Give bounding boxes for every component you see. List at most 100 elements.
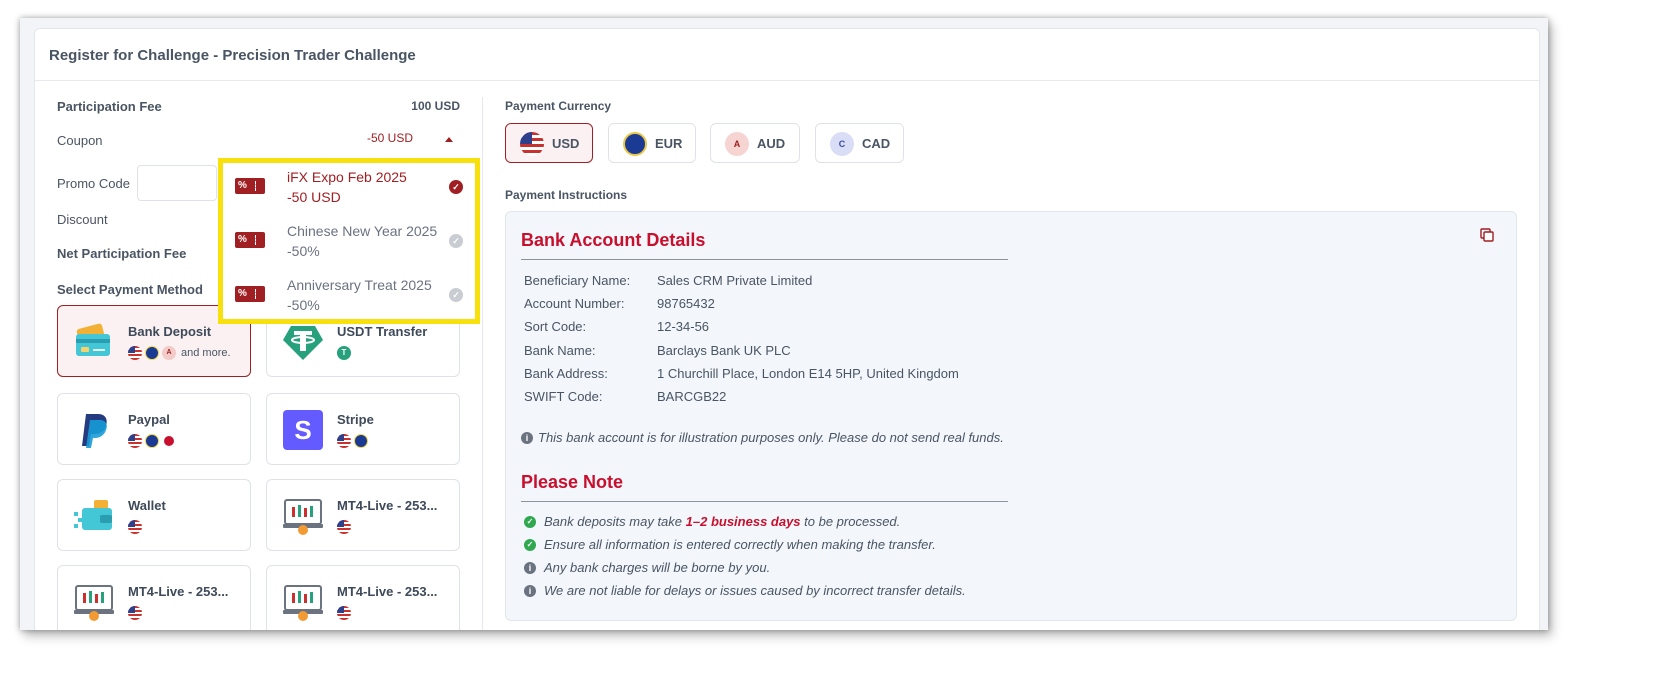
note-item: i We are not liable for delays or issues… [524,583,966,598]
cad-badge-icon: C [830,132,854,156]
select-payment-label: Select Payment Method [57,282,203,297]
note-item: ✓ Ensure all information is entered corr… [524,537,936,552]
currency-flags [128,520,142,534]
divider [521,259,1008,260]
currency-option-aud[interactable]: A AUD [710,123,800,163]
payment-method-name: USDT Transfer [337,324,428,339]
note-text: We are not liable for delays or issues c… [544,583,966,598]
illustration-note: i This bank account is for illustration … [521,430,1004,445]
detail-value: 98765432 [657,296,715,311]
payment-method-stripe[interactable]: S Stripe [266,393,460,465]
eu-flag-icon [145,346,159,360]
coupon-tag-icon: % [235,286,265,302]
please-note-title: Please Note [521,472,624,492]
payment-method-name: MT4-Live - 253... [337,584,438,599]
copy-icon[interactable] [1480,228,1494,242]
tether-coin-icon: T [337,346,351,360]
payment-method-paypal[interactable]: Paypal [57,393,251,465]
coupon-name: Anniversary Treat 2025 [287,277,432,293]
payment-instructions-box: Bank Account Details Beneficiary Name: S… [505,211,1517,621]
page-title: Register for Challenge - Precision Trade… [49,47,416,64]
mt4-terminal-icon [283,585,323,621]
currency-code: EUR [655,136,683,151]
card-header: Register for Challenge - Precision Trade… [35,29,1539,81]
coupon-amount: -50% [287,297,320,313]
us-flag-icon [520,132,544,156]
detail-key: Bank Name: [524,343,596,358]
coupon-tag-icon: % [235,232,265,248]
coupon-label: Coupon [57,133,103,148]
detail-value: BARCGB22 [657,389,727,404]
detail-value: 1 Churchill Place, London E14 5HP, Unite… [657,366,959,381]
wallet-icon [74,500,112,530]
info-icon: i [524,584,536,597]
currency-option-usd[interactable]: USD [505,123,593,163]
detail-key: Sort Code: [524,319,587,334]
bank-details-title: Bank Account Details [521,230,706,250]
jp-flag-icon [164,436,174,446]
eu-flag-icon [354,434,368,448]
payment-method-mt4-live-2[interactable]: MT4-Live - 253... [57,565,251,630]
currency-option-eur[interactable]: EUR [608,123,696,163]
payment-currency-label: Payment Currency [505,99,612,113]
note-item: ✓ Bank deposits may take 1–2 business da… [524,514,900,529]
note-text: Ensure all information is entered correc… [544,537,936,552]
currency-flags [337,606,351,620]
currency-flags [337,520,351,534]
currency-code: CAD [862,136,891,151]
payment-method-wallet[interactable]: Wallet [57,479,251,551]
note-item: i Any bank charges will be borne by you. [524,560,770,575]
promo-code-input[interactable] [137,165,217,201]
aud-badge-icon: A [725,132,749,156]
note-text-post: to be processed. [800,514,901,529]
register-card: Register for Challenge - Precision Trade… [34,28,1540,630]
column-divider [482,97,483,630]
info-icon: i [521,431,533,444]
svg-text:S: S [294,415,311,445]
detail-key: SWIFT Code: [524,389,603,404]
divider [521,501,1008,502]
us-flag-icon [128,520,142,534]
promo-code-label: Promo Code [57,176,130,191]
us-flag-icon [128,606,142,620]
detail-value: 12-34-56 [657,319,710,334]
detail-key: Bank Address: [524,366,608,381]
more-currencies-text: and more. [181,347,231,359]
mt4-terminal-icon [74,585,114,621]
info-icon: i [524,561,536,574]
payment-method-mt4-live-1[interactable]: MT4-Live - 253... [266,479,460,551]
us-flag-icon [337,520,351,534]
mt4-terminal-icon [283,499,323,535]
stripe-icon: S [283,410,323,450]
coupon-toggle[interactable]: -50 USD [367,131,413,145]
currency-code: AUD [757,136,786,151]
detail-key: Beneficiary Name: [524,273,631,288]
app-window: Register for Challenge - Precision Trade… [20,18,1548,630]
payment-method-mt4-live-3[interactable]: MT4-Live - 253... [266,565,460,630]
detail-value: Sales CRM Private Limited [657,273,813,288]
bank-card-icon [76,323,110,356]
check-circle-icon: ✓ [449,288,463,302]
coupon-name: iFX Expo Feb 2025 [287,169,407,185]
check-circle-icon: ✓ [524,515,536,528]
coupon-option[interactable]: % Chinese New Year 2025 -50% ✓ [223,217,475,269]
detail-key: Account Number: [524,296,625,311]
note-text: Bank deposits may take 1–2 business days… [544,514,900,529]
coupon-name: Chinese New Year 2025 [287,223,438,239]
us-flag-icon [337,434,351,448]
coupon-amount: -50% [287,243,320,259]
check-circle-icon: ✓ [449,180,463,194]
eu-flag-icon [623,132,647,156]
participation-fee-label: Participation Fee [57,99,162,114]
currency-option-cad[interactable]: C CAD [815,123,904,163]
payment-instructions-label: Payment Instructions [505,188,628,202]
note-text: Any bank charges will be borne by you. [544,560,771,575]
note-text-pre: Bank deposits may take [544,514,686,529]
coupon-option[interactable]: % Anniversary Treat 2025 -50% ✓ [223,271,475,323]
paypal-icon [82,414,107,448]
coupon-option-text: Chinese New Year 2025 -50% [287,221,437,261]
chevron-up-icon[interactable] [445,137,453,142]
coupon-option[interactable]: % iFX Expo Feb 2025 -50 USD ✓ [223,163,475,215]
discount-label: Discount [57,212,108,227]
currency-code: USD [552,136,580,151]
